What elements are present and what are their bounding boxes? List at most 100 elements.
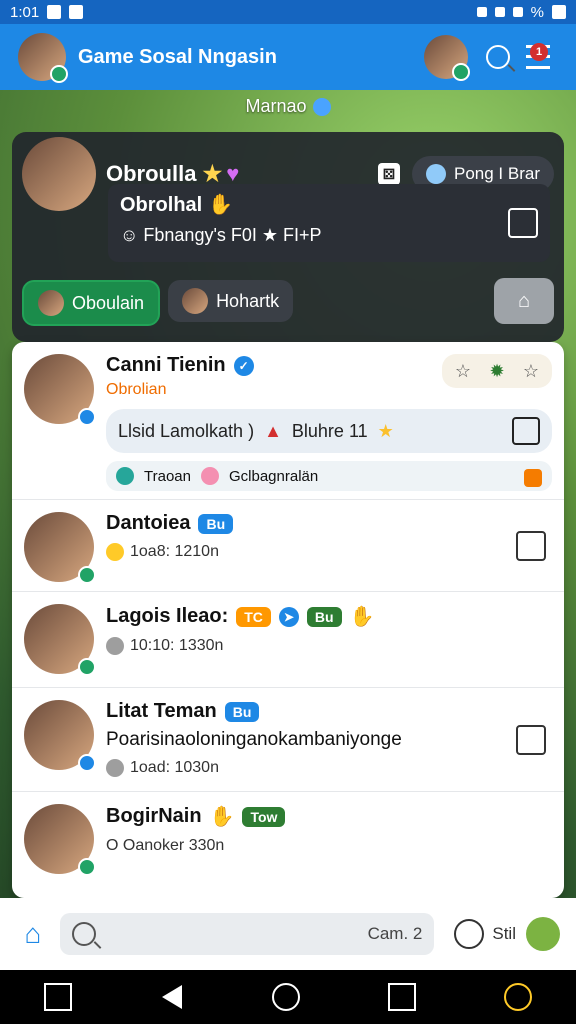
list-item[interactable]: Litat Teman Bu Poarisinaoloninganokamban… — [12, 688, 564, 792]
game-icon[interactable]: ⚄ — [378, 163, 400, 185]
contact-avatar[interactable] — [24, 604, 96, 676]
contact-name: Litat Teman Bu — [106, 700, 552, 723]
system-nav — [0, 970, 576, 1024]
message-bubble[interactable]: Llsid Lamolkath ) ▲ Bluhre 11 ★ — [106, 409, 552, 453]
tab-label: Oboulain — [72, 292, 145, 313]
chat-list: Canni Tienin ✓ Obrolian Llsid Lamolkath … — [12, 342, 564, 898]
emoji-icon — [106, 543, 124, 561]
sticker-button[interactable]: ⌂ — [494, 278, 554, 324]
star-outline-icon[interactable]: ☆ — [452, 360, 474, 382]
reaction-label[interactable]: Gclbagnralän — [229, 468, 318, 485]
online-badge-icon — [78, 566, 96, 584]
pin-icon: ▲ — [264, 420, 282, 441]
photo-icon — [47, 5, 62, 19]
share-icon[interactable] — [516, 530, 546, 561]
top-label: Marnao — [0, 96, 576, 117]
gear-icon[interactable]: ✹ — [486, 360, 508, 382]
status-line1: Obrolhal ✋ — [120, 194, 234, 216]
list-item[interactable]: BogirNain ✋ Tow O Oanoker 330n — [12, 792, 564, 890]
status-line2: ☺ Fbnangy's F0I ★ FI+P — [120, 225, 322, 245]
list-item-body: Litat Teman Bu Poarisinaoloninganokamban… — [106, 700, 552, 779]
status-chip: Bu — [306, 606, 342, 627]
timer-icon — [106, 637, 124, 655]
star-outline-icon[interactable]: ☆ — [520, 360, 542, 382]
list-item[interactable]: Dantoiea Bu 1oa8: 1210n — [12, 500, 564, 592]
status-chip: TC — [236, 606, 271, 627]
profile-avatar[interactable] — [18, 33, 68, 83]
reaction-label[interactable]: Traoan — [144, 468, 191, 485]
contact-avatar[interactable] — [24, 804, 96, 876]
vibrate-icon — [476, 7, 487, 17]
home-button[interactable]: ⌂ — [16, 917, 50, 951]
contact-name: Lagois Ileao: TC ➤ Bu ✋ — [106, 605, 375, 628]
home-icon[interactable] — [272, 983, 300, 1011]
sticker-icon: ⌂ — [517, 289, 531, 312]
signal-icon — [512, 7, 523, 17]
back-icon[interactable] — [162, 985, 182, 1009]
message-tail: Bluhre 11 — [291, 420, 368, 441]
tab-oboulain[interactable]: Oboulain — [22, 280, 161, 326]
star-icon: ★ — [377, 420, 394, 441]
contact-avatar[interactable] — [24, 512, 96, 584]
chat-label: Stil — [492, 924, 516, 943]
status-chip: Bu — [198, 513, 234, 534]
contact-avatar[interactable] — [24, 700, 96, 772]
recent-apps-icon[interactable] — [44, 983, 72, 1011]
emoji-avatar-button[interactable] — [526, 917, 560, 951]
notification-badge: 1 — [530, 43, 548, 61]
chat-button[interactable]: Stil — [454, 919, 516, 949]
gift-icon[interactable] — [524, 469, 542, 487]
heart-icon: ♥ — [226, 161, 240, 186]
info-icon — [312, 98, 331, 117]
timer-icon — [106, 759, 124, 777]
smile-emoji-icon: ☺ — [120, 225, 139, 245]
list-item[interactable]: Canni Tienin ✓ Obrolian Llsid Lamolkath … — [12, 342, 564, 500]
game-pill-label: Pong I Brar — [454, 164, 540, 183]
verified-icon: ✓ — [233, 355, 254, 376]
status-badge — [78, 754, 96, 772]
contact-avatar[interactable] — [24, 354, 96, 426]
contact-meta: O Oanoker 330n — [106, 837, 225, 854]
search-button[interactable] — [478, 37, 518, 77]
friend-avatar[interactable] — [424, 35, 470, 81]
chat-icon — [454, 919, 485, 949]
search-placeholder: Cam. 2 — [367, 924, 423, 943]
reactions-bar: Traoan Gclbagnralän — [106, 461, 552, 491]
edit-status-icon[interactable] — [508, 208, 538, 238]
tab-hohartk[interactable]: Hohartk — [168, 280, 294, 322]
search-icon — [486, 45, 510, 69]
online-badge-icon — [78, 858, 96, 876]
user-avatar[interactable] — [22, 137, 96, 211]
list-item-body: Lagois Ileao: TC ➤ Bu ✋ 10:10: 1330n — [106, 604, 552, 675]
status-badge — [78, 408, 96, 426]
battery-percent: % — [530, 3, 544, 21]
arrow-badge-icon: ➤ — [278, 606, 299, 627]
list-item-body: Dantoiea Bu 1oa8: 1210n — [106, 512, 552, 579]
contact-line2: Poarisinaoloninganokambaniyonge — [106, 729, 402, 750]
search-icon — [72, 922, 96, 946]
share-icon[interactable] — [512, 417, 540, 445]
online-badge-icon — [50, 65, 68, 83]
tab-avatar — [38, 290, 64, 316]
game-mode-icon[interactable] — [504, 983, 532, 1011]
overview-icon[interactable] — [388, 983, 416, 1011]
status-time: 1:01 — [10, 3, 40, 21]
tab-label: Hohartk — [216, 290, 280, 311]
online-badge-icon — [452, 63, 470, 81]
hand-emoji-icon: ✋ — [209, 806, 235, 828]
list-item[interactable]: Lagois Ileao: TC ➤ Bu ✋ 10:10: 1330n — [12, 592, 564, 688]
menu-button[interactable]: 1 — [518, 37, 558, 77]
app-title: Game Sosal Nngasin — [78, 45, 277, 68]
status-box: Obrolhal ✋ ☺ Fbnangy's F0I ★ FI+P — [108, 184, 550, 262]
online-badge-icon — [78, 658, 96, 676]
tab-avatar — [182, 288, 209, 314]
hand-emoji-icon: ✋ — [208, 194, 234, 216]
search-bar[interactable]: Cam. 2 — [60, 913, 435, 955]
message-text: Llsid Lamolkath ) — [118, 420, 255, 441]
hand-emoji-icon: ✋ — [349, 606, 375, 628]
document-icon[interactable] — [516, 724, 546, 755]
list-item-body: BogirNain ✋ Tow O Oanoker 330n — [106, 804, 552, 878]
bottom-nav: ⌂ Cam. 2 Stil — [0, 898, 576, 970]
star-icon: ★ — [202, 161, 223, 186]
save-icon — [69, 5, 84, 19]
